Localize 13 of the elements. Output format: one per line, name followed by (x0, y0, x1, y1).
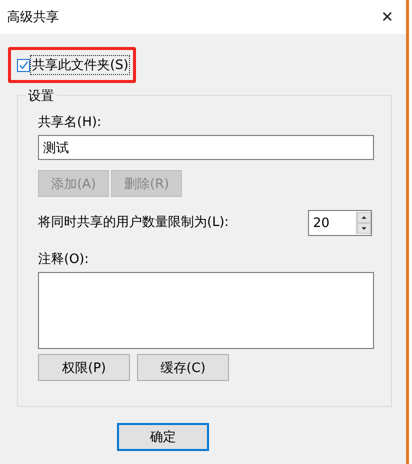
comment-field[interactable] (38, 272, 374, 349)
field-label: 注释(O): (38, 251, 90, 268)
close-button[interactable]: ✕ (377, 8, 398, 26)
field-label: 共享名(H): (38, 114, 102, 131)
share-name-field[interactable]: 测试 (38, 135, 374, 160)
dialog-button[interactable]: 权限(P) (38, 354, 130, 381)
field-label: 将同时共享的用户数量限制为(L): (38, 214, 229, 231)
checkbox[interactable] (17, 58, 30, 72)
window-title: 高级共享 (7, 9, 59, 26)
dialog-button[interactable]: 缓存(C) (137, 354, 229, 381)
user-limit-spinner[interactable]: 20 (308, 210, 372, 236)
ok-button[interactable]: 确定 (117, 423, 209, 451)
checkbox-label: 共享此文件夹(S) (31, 56, 130, 74)
